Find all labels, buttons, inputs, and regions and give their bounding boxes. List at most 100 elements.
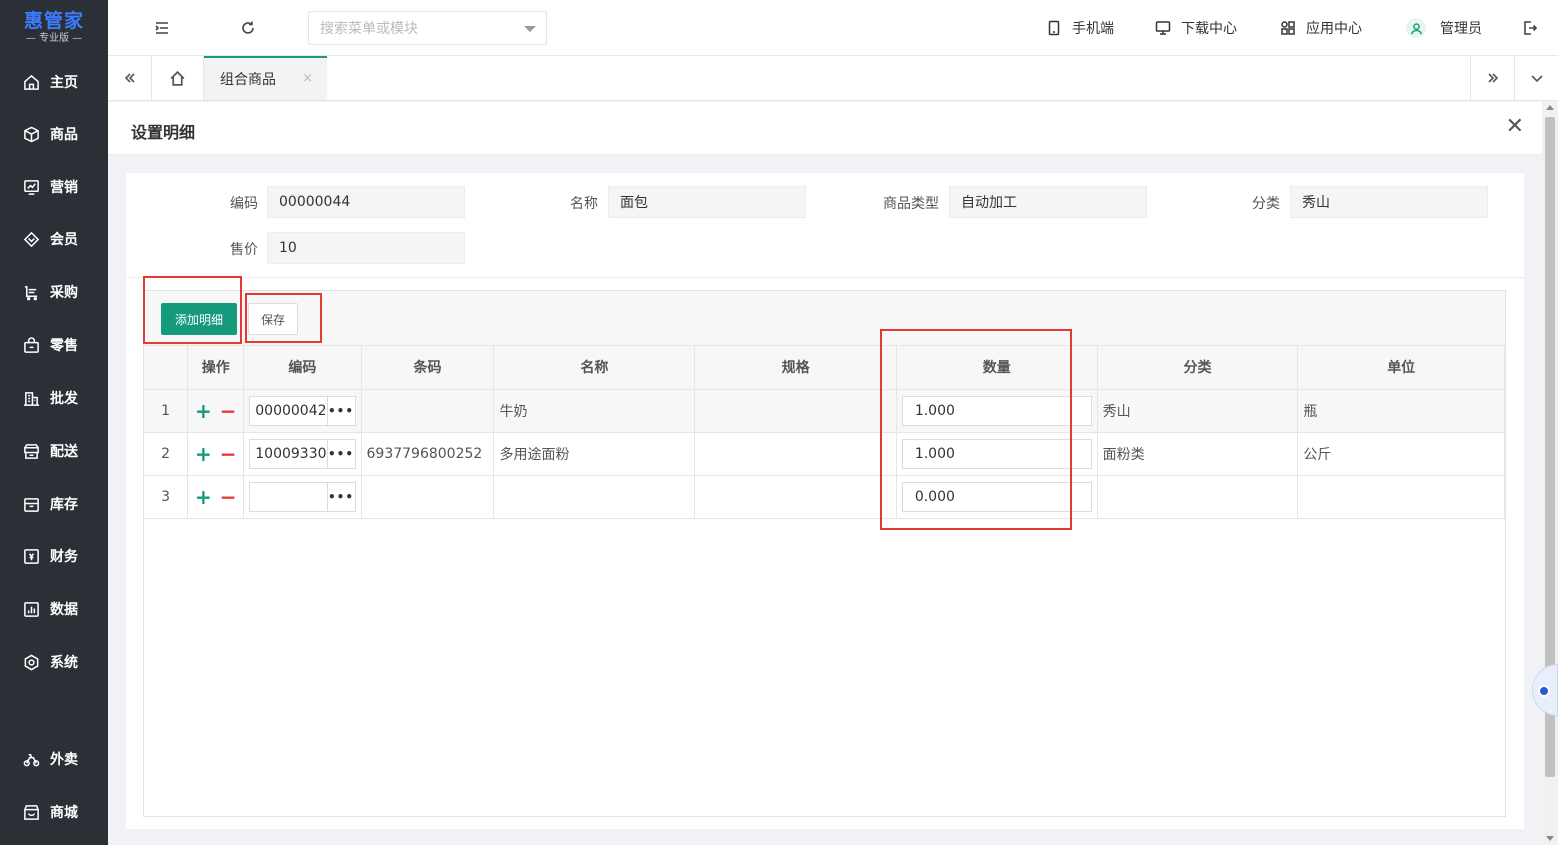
tabs-dropdown[interactable] [1514, 56, 1558, 100]
remove-row-icon[interactable]: − [220, 401, 237, 421]
sidebar-item-system[interactable]: 系统 [0, 636, 108, 688]
table-header-row: 操作 编码 条码 名称 规格 数量 分类 单位 [144, 346, 1505, 390]
save-button[interactable]: 保存 [248, 303, 298, 335]
more-icon[interactable]: ••• [326, 482, 355, 511]
sidebar-item-data[interactable]: 数据 [0, 583, 108, 635]
sidebar-item-label: 会员 [50, 232, 78, 248]
row-number: 3 [144, 475, 189, 519]
spec-cell [694, 475, 897, 519]
add-row-icon[interactable]: + [195, 401, 212, 421]
category-label: 分类 [1252, 196, 1280, 212]
sidebar-item-label: 营销 [50, 180, 78, 196]
quantity-input[interactable]: 0.000 [901, 481, 1092, 512]
user-menu[interactable]: 管理员 [1406, 0, 1482, 56]
panel-header: 设置明细 ✕ [108, 102, 1542, 155]
quantity-input[interactable]: 1.000 [901, 438, 1092, 469]
top-header: 搜索菜单或模块 手机端 下载中心 应用中心 管理员 [108, 0, 1558, 56]
logo-title: 惠管家 [23, 10, 84, 32]
col-header-quantity: 数量 [896, 346, 1098, 390]
sidebar-item-delivery[interactable]: 配送 [0, 425, 108, 477]
scroll-up-icon[interactable] [1546, 105, 1554, 110]
refresh-icon[interactable] [238, 18, 258, 38]
inventory-icon [22, 495, 40, 513]
row-number: 2 [144, 432, 189, 476]
sidebar-item-inventory[interactable]: 库存 [0, 478, 108, 530]
category-cell: 秀山 [1097, 389, 1299, 433]
search-input[interactable]: 搜索菜单或模块 [308, 11, 547, 45]
bike-icon [22, 750, 40, 768]
category-field[interactable]: 秀山 [1290, 186, 1488, 218]
sidebar-item-wholesale[interactable]: 批发 [0, 372, 108, 424]
unit-cell: 瓶 [1297, 389, 1505, 433]
sidebar-item-finance[interactable]: 财务 [0, 530, 108, 582]
more-icon[interactable]: ••• [326, 396, 355, 425]
row-actions: + − [187, 389, 245, 433]
goods-type-field[interactable]: 自动加工 [949, 186, 1147, 218]
double-chevron-left-icon [124, 73, 135, 83]
sidebar-item-members[interactable]: 会员 [0, 213, 108, 265]
more-icon[interactable]: ••• [326, 439, 355, 468]
tab-home[interactable] [152, 56, 204, 100]
shop-icon [22, 803, 40, 821]
code-input[interactable] [250, 483, 326, 511]
double-chevron-right-icon [1487, 73, 1498, 83]
name-field[interactable]: 面包 [608, 186, 806, 218]
vertical-scrollbar[interactable] [1542, 101, 1558, 845]
col-header-action: 操作 [187, 346, 245, 390]
col-header-code: 编码 [243, 346, 362, 390]
sidebar-item-label: 财务 [50, 549, 78, 565]
add-detail-button[interactable]: 添加明细 [161, 303, 237, 335]
table-row: 1 + − 00000042 ••• 牛奶 1.000 秀山 瓶 [144, 389, 1505, 433]
sidebar-item-label: 外卖 [50, 752, 78, 768]
tabs-scroll-right[interactable] [1470, 56, 1514, 100]
add-row-icon[interactable]: + [195, 444, 212, 464]
col-header-spec: 规格 [694, 346, 897, 390]
remove-row-icon[interactable]: − [220, 444, 237, 464]
remove-row-icon[interactable]: − [220, 487, 237, 507]
sidebar-item-goods[interactable]: 商品 [0, 108, 108, 160]
table-row: 2 + − 10009330 ••• 6937796800252 多用途面粉 1.0… [144, 432, 1505, 476]
sidebar-item-label: 数据 [50, 602, 78, 618]
tab-label: 组合商品 [220, 72, 276, 88]
close-icon[interactable]: ✕ [1506, 116, 1524, 138]
sidebar-item-mall[interactable]: 商城 [0, 786, 108, 838]
menu-toggle-icon[interactable] [152, 18, 172, 38]
download-center-link[interactable]: 下载中心 [1155, 0, 1237, 56]
sidebar-item-takeout[interactable]: 外卖 [0, 733, 108, 785]
sidebar-item-label: 零售 [50, 338, 78, 354]
user-icon [1410, 22, 1422, 34]
logout-icon[interactable] [1520, 18, 1540, 38]
scroll-down-icon[interactable] [1546, 836, 1554, 841]
diamond-icon [22, 230, 40, 248]
code-input[interactable]: 10009330 [250, 440, 326, 468]
quantity-cell: 0.000 [896, 475, 1098, 519]
sidebar-item-retail[interactable]: 零售 [0, 319, 108, 371]
row-actions: + − [187, 475, 245, 519]
quantity-input[interactable]: 1.000 [901, 395, 1092, 426]
col-header-name: 名称 [493, 346, 696, 390]
detail-panel: 设置明细 ✕ 编码 00000044 名称 面包 商品类型 自动加工 分类 秀山… [108, 102, 1542, 845]
tab-combo-goods[interactable]: 组合商品 × [204, 56, 327, 100]
code-field[interactable]: 00000044 [267, 186, 465, 218]
sidebar-item-home[interactable]: 主页 [0, 56, 108, 108]
col-header-category: 分类 [1097, 346, 1299, 390]
app-center-link[interactable]: 应用中心 [1280, 0, 1362, 56]
code-input[interactable]: 00000042 [250, 397, 326, 425]
goods-type-label: 商品类型 [883, 196, 939, 212]
tabs-bar: 组合商品 × [108, 56, 1558, 101]
code-cell: 10009330 ••• [243, 432, 362, 476]
sidebar-item-label: 主页 [50, 75, 78, 91]
tabs-scroll-left[interactable] [108, 56, 152, 100]
sidebar-item-purchase[interactable]: 采购 [0, 266, 108, 318]
avatar [1406, 18, 1426, 38]
code-cell: ••• [243, 475, 362, 519]
price-field[interactable]: 10 [267, 232, 465, 264]
mobile-link[interactable]: 手机端 [1046, 0, 1114, 56]
data-icon [22, 600, 40, 618]
finance-icon [22, 547, 40, 565]
spec-cell [694, 432, 897, 476]
add-row-icon[interactable]: + [195, 487, 212, 507]
tab-close-icon[interactable]: × [302, 71, 313, 86]
mobile-link-label: 手机端 [1072, 21, 1114, 37]
sidebar-item-marketing[interactable]: 营销 [0, 161, 108, 213]
